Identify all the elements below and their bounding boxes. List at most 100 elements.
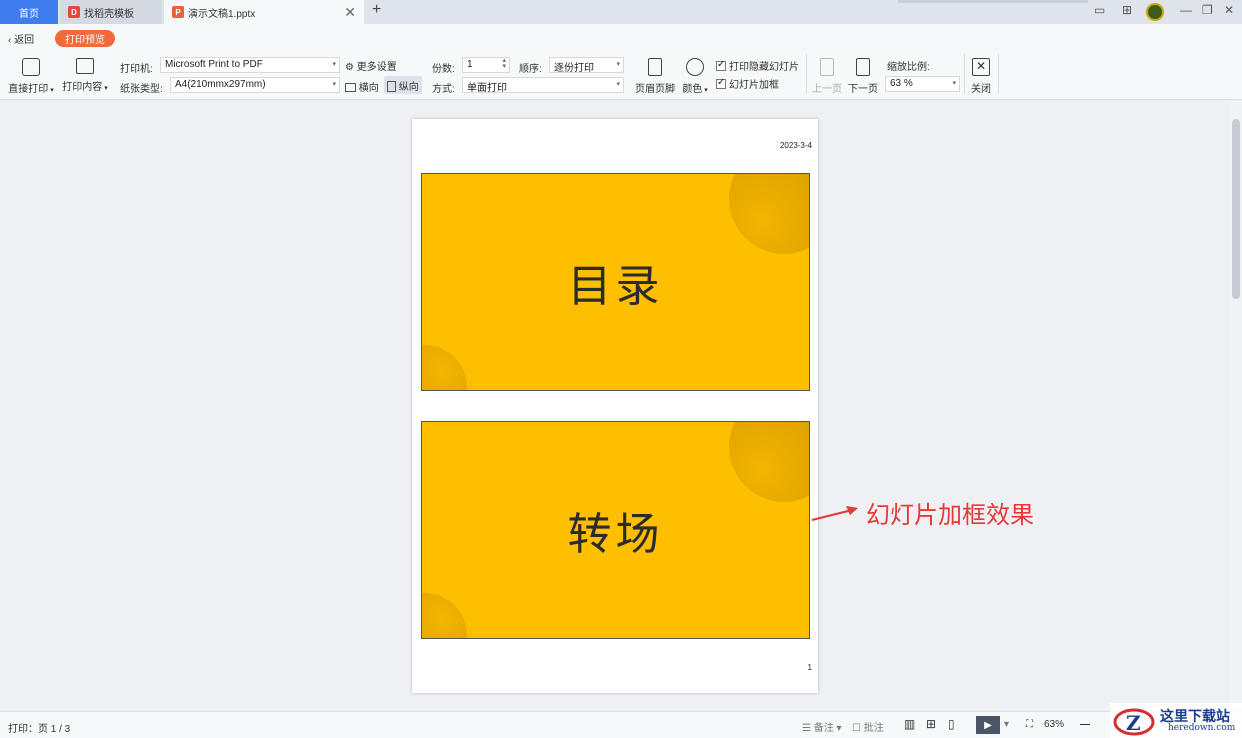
slide-thumbnail: 目录 bbox=[421, 173, 810, 391]
close-window-icon[interactable]: ✕ bbox=[1224, 3, 1234, 17]
layout-icon[interactable]: ▭ bbox=[1094, 3, 1105, 17]
print-content-label: 打印内容 bbox=[62, 82, 103, 93]
stepper-icon: ▴ ▾ bbox=[502, 57, 506, 70]
apps-grid-icon[interactable]: ⊞ bbox=[1122, 3, 1132, 17]
print-page: 2023-3-4 目录 转场 1 bbox=[412, 119, 818, 693]
add-tab-icon[interactable]: + bbox=[372, 1, 381, 19]
header-footer-label: 页眉页脚 bbox=[635, 84, 675, 95]
paper-label: 纸张类型: bbox=[120, 84, 163, 95]
normal-view-icon[interactable]: ▥ bbox=[904, 717, 915, 731]
back-button[interactable]: ‹ 返回 bbox=[8, 31, 34, 46]
slide-frame-checkbox[interactable]: 幻灯片加框 bbox=[716, 76, 779, 91]
checkbox-checked-icon bbox=[716, 59, 726, 71]
prev-page-label: 上一页 bbox=[812, 84, 842, 95]
play-slideshow-icon[interactable]: ▶ bbox=[976, 716, 1000, 734]
close-tab-icon[interactable]: ✕ bbox=[344, 4, 356, 21]
ppt-icon: P bbox=[172, 6, 184, 18]
scrollbar-thumb[interactable] bbox=[1232, 119, 1240, 299]
slide-title: 目录 bbox=[567, 261, 664, 312]
print-content-button[interactable]: 打印内容 ▾ bbox=[60, 58, 110, 93]
chevron-down-icon: ▾ bbox=[616, 61, 620, 68]
landscape-icon bbox=[345, 83, 356, 92]
tab-bar: 首页 D 找稻壳模板 P 演示文稿1.pptx ✕ + ▭ ⊞ — ❐ ✕ bbox=[0, 0, 1242, 24]
landscape-label: 横向 bbox=[358, 83, 379, 94]
portrait-button[interactable]: 纵向 bbox=[384, 76, 422, 94]
page-date: 2023-3-4 bbox=[779, 141, 812, 150]
direct-print-label: 直接打印 bbox=[8, 84, 49, 95]
portrait-icon bbox=[387, 81, 396, 92]
prev-page-icon bbox=[820, 58, 834, 76]
checkbox-checked-icon bbox=[716, 77, 726, 89]
print-page-status: 打印：页 1 / 3 bbox=[8, 724, 71, 735]
zoom-value: 63 % bbox=[890, 78, 913, 89]
order-label: 顺序: bbox=[519, 64, 542, 75]
print-hidden-label: 打印隐藏幻灯片 bbox=[729, 62, 799, 73]
tab-docer[interactable]: D 找稻壳模板 bbox=[60, 0, 162, 24]
portrait-label: 纵向 bbox=[398, 82, 419, 93]
color-circles-icon bbox=[686, 58, 704, 76]
zoom-select[interactable]: 63 % ▾ bbox=[885, 76, 960, 92]
prev-page-button[interactable]: 上一页 bbox=[810, 58, 844, 95]
status-bar: 打印：页 1 / 3 ☰ 备注 ▾ ☐ 批注 ▥ ⊞ ▯ ▶ ▾ ⛶ 63% — bbox=[0, 711, 1242, 738]
chevron-down-icon: ▾ bbox=[332, 81, 336, 88]
paper-value: A4(210mmx297mm) bbox=[175, 79, 266, 90]
notes-button[interactable]: ☰ 备注 ▾ bbox=[802, 719, 842, 734]
chevron-down-icon: ▾ bbox=[616, 81, 620, 88]
printer-label: 打印机: bbox=[120, 64, 153, 75]
order-select[interactable]: 逐份打印 ▾ bbox=[549, 57, 624, 73]
comment-icon: ☐ bbox=[852, 723, 864, 734]
printer-icon bbox=[22, 58, 40, 76]
minimize-icon[interactable]: — bbox=[1180, 3, 1192, 17]
zoom-out-icon[interactable]: — bbox=[1080, 719, 1090, 730]
vertical-scrollbar[interactable] bbox=[1230, 101, 1242, 711]
direct-print-button[interactable]: 直接打印 ▾ bbox=[6, 58, 56, 95]
divider bbox=[998, 54, 999, 94]
gear-icon: ⚙ bbox=[345, 62, 357, 73]
divider bbox=[806, 54, 807, 94]
color-button[interactable]: 颜色 ▾ bbox=[678, 58, 712, 95]
divider bbox=[964, 54, 965, 94]
mode-label: 方式: bbox=[432, 84, 455, 95]
next-page-button[interactable]: 下一页 bbox=[846, 58, 880, 95]
landscape-button[interactable]: 横向 bbox=[345, 79, 379, 94]
more-settings-button[interactable]: ⚙ 更多设置 bbox=[345, 58, 397, 73]
avatar[interactable] bbox=[1146, 3, 1164, 21]
close-preview-button[interactable]: ✕ 关闭 bbox=[968, 58, 994, 95]
chevron-down-icon: ▾ bbox=[952, 80, 956, 87]
svg-text:Z: Z bbox=[1126, 711, 1141, 735]
print-hidden-checkbox[interactable]: 打印隐藏幻灯片 bbox=[716, 58, 799, 73]
copies-value: 1 bbox=[467, 59, 473, 70]
comments-button[interactable]: ☐ 批注 bbox=[852, 719, 884, 734]
paper-select[interactable]: A4(210mmx297mm) ▾ bbox=[170, 77, 340, 93]
zoom-label: 缩放比例: bbox=[887, 62, 930, 73]
copies-stepper[interactable]: 1 ▴ ▾ bbox=[462, 57, 510, 73]
restore-icon[interactable]: ❐ bbox=[1202, 3, 1213, 17]
reading-view-icon[interactable]: ▯ bbox=[948, 717, 955, 731]
comments-label: 批注 bbox=[863, 723, 884, 734]
slide-sorter-icon[interactable]: ⊞ bbox=[926, 717, 936, 731]
header-footer-icon bbox=[648, 58, 662, 76]
fit-window-icon[interactable]: ⛶ bbox=[1026, 719, 1033, 730]
tab-home[interactable]: 首页 bbox=[0, 0, 58, 24]
slide-thumbnail: 转场 bbox=[421, 421, 810, 639]
tab-docer-label: 找稻壳模板 bbox=[84, 8, 134, 20]
tab-document[interactable]: P 演示文稿1.pptx ✕ bbox=[164, 0, 364, 24]
more-settings-label: 更多设置 bbox=[356, 62, 397, 73]
printer-select[interactable]: Microsoft Print to PDF ▾ bbox=[160, 57, 340, 73]
tab-home-label: 首页 bbox=[19, 8, 39, 20]
watermark-logo: Z bbox=[1113, 708, 1155, 736]
header-footer-button[interactable]: 页眉页脚 bbox=[632, 58, 678, 95]
print-preview-badge: 打印预览 bbox=[55, 30, 115, 47]
order-value: 逐份打印 bbox=[554, 63, 594, 73]
slide-frame-label: 幻灯片加框 bbox=[729, 80, 779, 91]
color-label: 颜色 bbox=[682, 84, 703, 95]
chevron-down-icon[interactable]: ▾ bbox=[1004, 719, 1009, 730]
mode-value: 单面打印 bbox=[467, 83, 507, 93]
notes-label: 备注 bbox=[813, 723, 834, 734]
status-zoom[interactable]: 63% bbox=[1044, 719, 1064, 730]
chevron-down-icon: ▾ bbox=[332, 61, 336, 68]
mode-select[interactable]: 单面打印 ▾ bbox=[462, 77, 624, 93]
slide-title: 转场 bbox=[567, 509, 664, 560]
back-label: 返回 bbox=[14, 35, 35, 46]
print-preview-toolbar: ‹ 返回 打印预览 直接打印 ▾ 打印内容 ▾ 打印机: Microsoft P… bbox=[0, 24, 1242, 100]
